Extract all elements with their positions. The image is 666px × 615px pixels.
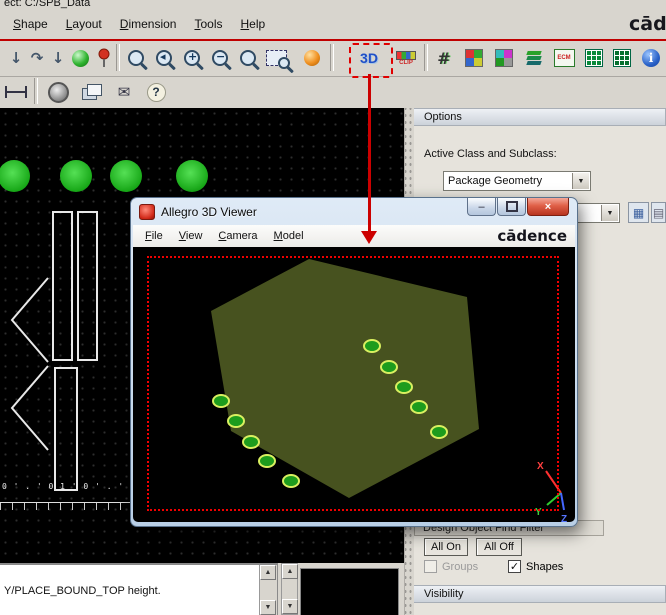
all-on-button[interactable]: All On xyxy=(424,538,468,556)
annotation-arrow-head xyxy=(361,231,377,244)
view-preview-window[interactable] xyxy=(300,568,399,615)
color-priority-icon[interactable] xyxy=(490,44,518,72)
panel-list-button[interactable]: ▤ xyxy=(651,202,666,223)
viewer-titlebar[interactable]: Allegro 3D Viewer – × xyxy=(131,198,577,225)
scroll-up-icon[interactable]: ▲ xyxy=(282,564,298,579)
window-controls: – × xyxy=(466,198,569,216)
chevron-down-icon[interactable]: ▼ xyxy=(572,173,589,189)
viewer-bounds-dotted-border xyxy=(147,256,559,511)
canvas-ruler-ticks xyxy=(0,503,132,510)
viewer-menu-model[interactable]: Model xyxy=(266,228,312,244)
console-scrollbar[interactable]: ▲ ▼ xyxy=(259,565,277,615)
mail-icon[interactable]: ✉ xyxy=(110,78,138,106)
close-button[interactable]: × xyxy=(527,198,569,216)
shadow-mode-icon[interactable] xyxy=(298,44,326,72)
all-off-button[interactable]: All Off xyxy=(476,538,522,556)
info-icon[interactable]: i xyxy=(637,44,665,72)
menu-help[interactable]: Help xyxy=(231,14,274,34)
active-class-label: Active Class and Subclass: xyxy=(424,148,557,160)
command-console[interactable]: Y/PLACE_BOUND_TOP height. ▲ ▼ xyxy=(0,563,278,615)
class-combobox-value: Package Geometry xyxy=(448,175,543,187)
options-panel-header[interactable]: Options xyxy=(414,108,666,126)
snapshot-lens-icon[interactable] xyxy=(44,78,72,106)
zoom-fit-icon[interactable] xyxy=(262,44,290,72)
chevron-down-icon[interactable]: ▼ xyxy=(601,205,618,221)
panel-grid-button[interactable]: ▦ xyxy=(628,202,649,223)
viewer-3d-canvas[interactable]: X Y Z xyxy=(133,247,575,522)
color-dialog-icon[interactable] xyxy=(460,44,488,72)
checkbox-box-checked: ✓ xyxy=(508,560,521,573)
maximize-icon xyxy=(505,201,518,212)
annotation-arrow-line xyxy=(368,74,371,232)
checkbox-box xyxy=(424,560,437,573)
zoom-points-icon[interactable] xyxy=(122,44,150,72)
zoom-in-icon[interactable]: + xyxy=(178,44,206,72)
secondary-scrollbar[interactable]: ▲ ▼ xyxy=(281,563,298,615)
console-text: Y/PLACE_BOUND_TOP height. xyxy=(4,585,161,597)
menu-shape[interactable]: Shape xyxy=(4,14,57,34)
shapes-checkbox[interactable]: ✓ Shapes xyxy=(508,560,563,573)
menubar: Shape Layout Dimension Tools Help xyxy=(0,9,666,39)
canvas-ruler-text: 0 ' . ' 0 1 ' 0 ' . ' 0 1 ' 0 ' . xyxy=(2,482,132,491)
application-window: ect: C:/SPB_Data Shape Layout Dimension … xyxy=(0,0,666,615)
menu-layout[interactable]: Layout xyxy=(57,14,111,34)
toolbar-separator xyxy=(34,78,38,104)
zoom-world-icon[interactable] xyxy=(234,44,262,72)
viewer-title: Allegro 3D Viewer xyxy=(161,204,257,219)
viewer-menu-view[interactable]: View xyxy=(171,228,211,244)
cadence-logo: cād xyxy=(629,13,666,35)
ecm-icon[interactable]: ECM xyxy=(550,44,578,72)
minimize-button[interactable]: – xyxy=(467,198,496,216)
waterline-icon[interactable] xyxy=(2,78,30,106)
menu-tools[interactable]: Tools xyxy=(185,14,231,34)
maximize-button[interactable] xyxy=(497,198,526,216)
annotation-highlight-box xyxy=(349,43,393,78)
green-grid-dark-icon[interactable] xyxy=(608,44,636,72)
visibility-panel-header[interactable]: Visibility xyxy=(414,585,666,603)
scroll-up-icon[interactable]: ▲ xyxy=(260,565,276,580)
green-grid-icon[interactable] xyxy=(580,44,608,72)
scroll-down-icon[interactable]: ▼ xyxy=(282,599,298,614)
cascade-windows-icon[interactable] xyxy=(78,78,106,106)
zoom-previous-icon[interactable]: ◂ xyxy=(150,44,178,72)
groups-checkbox[interactable]: Groups xyxy=(424,560,478,573)
toolbar-separator xyxy=(330,44,334,71)
window-titlebar: ect: C:/SPB_Data xyxy=(0,0,666,9)
pushpin-icon[interactable] xyxy=(90,44,118,72)
grid-toggle-icon[interactable]: # xyxy=(430,44,458,72)
groups-label: Groups xyxy=(442,560,479,573)
zoom-out-icon[interactable]: − xyxy=(206,44,234,72)
window-title: ect: C:/SPB_Data xyxy=(4,0,91,9)
allegro-3d-viewer-window[interactable]: Allegro 3D Viewer – × File View Camera M… xyxy=(130,197,578,527)
toolbar-separator xyxy=(424,44,428,71)
toolbar-main: ↓ ↷ ↓ ◂ + − 3D CLIP # ECM i xyxy=(0,41,666,77)
viewer-cadence-logo: cādence xyxy=(497,227,567,245)
viewer-app-icon xyxy=(139,203,155,220)
layer-stack-icon[interactable] xyxy=(520,44,548,72)
viewer-menu-file[interactable]: File xyxy=(137,228,171,244)
toolbar-separator xyxy=(116,44,120,71)
shapes-label: Shapes xyxy=(526,560,564,573)
scroll-down-icon[interactable]: ▼ xyxy=(260,600,276,615)
class-combobox[interactable]: Package Geometry ▼ xyxy=(443,171,591,191)
clip-view-icon[interactable]: CLIP xyxy=(392,44,420,72)
menu-dimension[interactable]: Dimension xyxy=(111,14,186,34)
help-icon[interactable]: ? xyxy=(142,78,170,106)
toolbar-secondary: ✉ ? xyxy=(0,77,666,109)
axis-z-label: Z xyxy=(561,514,567,522)
viewer-menu-camera[interactable]: Camera xyxy=(210,228,265,244)
close-icon: × xyxy=(544,200,552,213)
